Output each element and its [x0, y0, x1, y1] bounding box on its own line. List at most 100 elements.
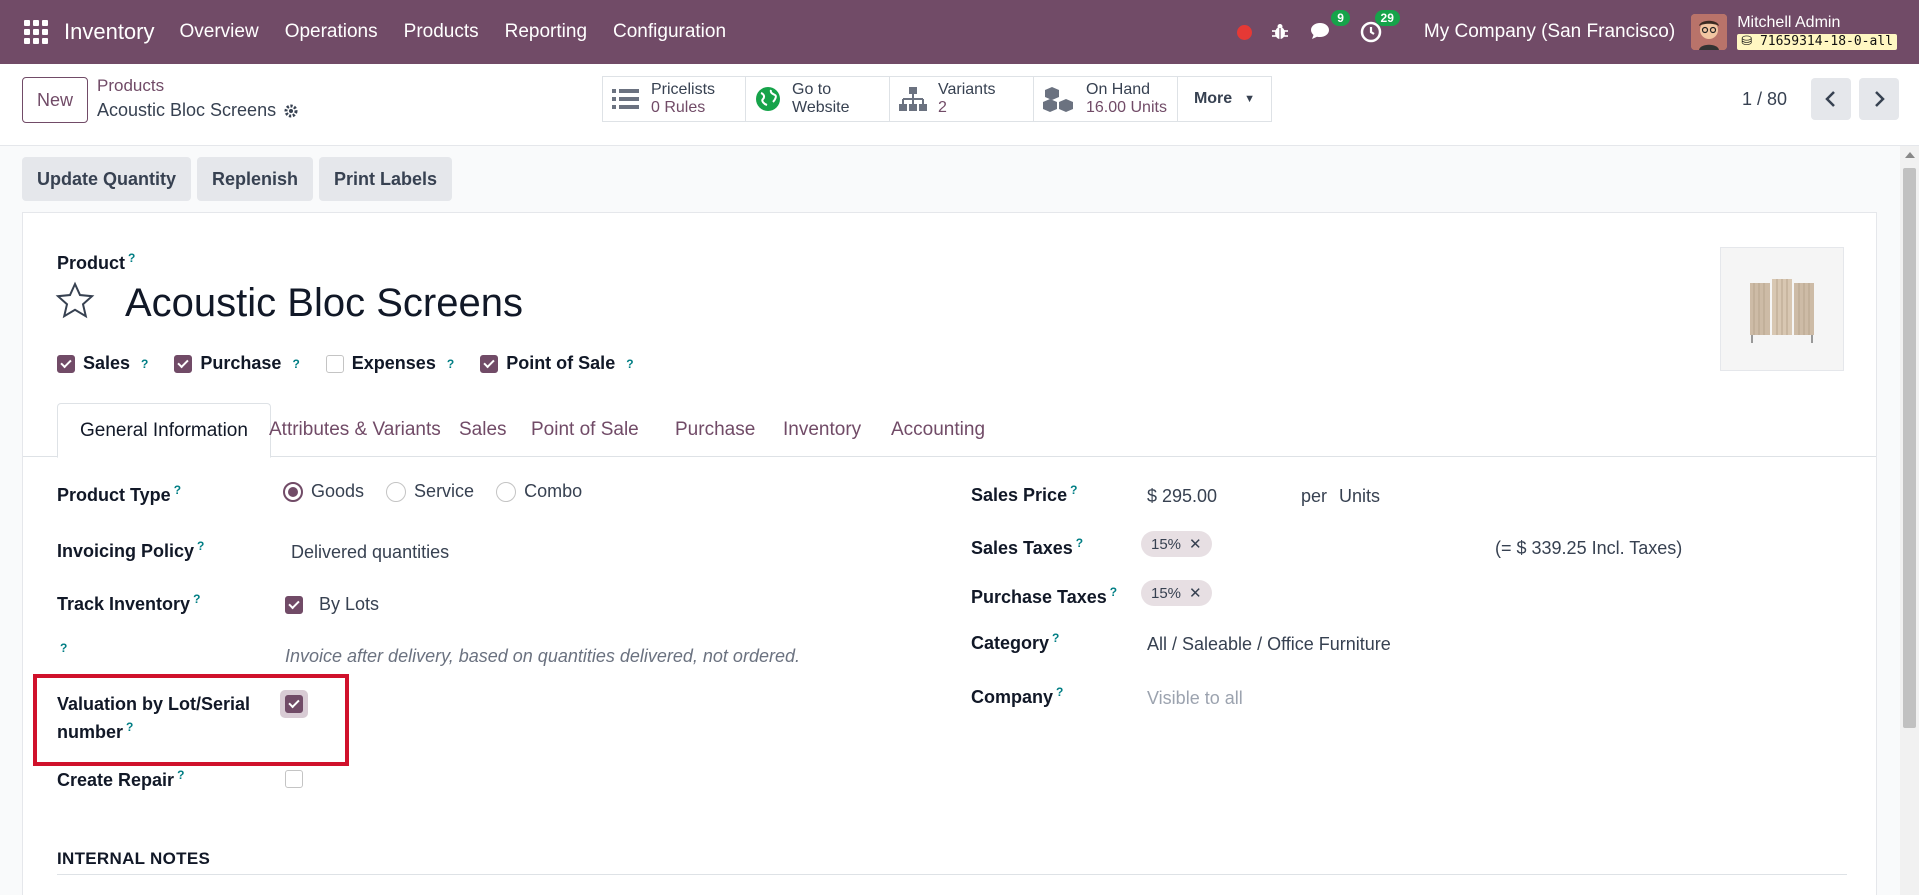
pager-previous-button[interactable] [1811, 78, 1851, 120]
product-type-service[interactable]: Service [386, 481, 474, 502]
radio-goods[interactable] [283, 481, 303, 502]
variants-label: Variants [938, 81, 996, 99]
create-repair-checkbox[interactable] [285, 770, 303, 788]
help-icon[interactable]: ? [1052, 631, 1059, 645]
radio-combo[interactable] [496, 481, 517, 502]
expenses-option[interactable]: Expenses? [325, 353, 454, 374]
company-field[interactable]: Visible to all [1147, 688, 1243, 709]
remove-tag-icon[interactable]: ✕ [1189, 584, 1202, 602]
messages-button[interactable]: 9 [1308, 10, 1350, 45]
messages-badge: 9 [1331, 10, 1350, 26]
help-icon[interactable]: ? [1070, 483, 1077, 497]
list-icon [612, 89, 639, 109]
help-icon[interactable]: ? [626, 357, 633, 371]
breadcrumb-current: Acoustic Bloc Screens [97, 100, 299, 121]
sales-price-field[interactable]: $ 295.00 [1147, 486, 1217, 507]
invoicing-policy-field[interactable]: Delivered quantities [291, 542, 449, 563]
help-icon[interactable]: ? [1076, 536, 1083, 550]
product-name-field[interactable]: Acoustic Bloc Screens [125, 281, 523, 326]
favorite-star-icon[interactable] [55, 281, 95, 321]
bug-icon[interactable] [1270, 22, 1290, 42]
purchase-checkbox[interactable] [174, 354, 193, 373]
tab-inventory[interactable]: Inventory [761, 403, 883, 457]
product-type-combo[interactable]: Combo [496, 481, 582, 502]
product-label: Product? [57, 251, 136, 273]
track-by-select[interactable]: By Lots [319, 594, 379, 615]
point-of-sale-checkbox[interactable] [480, 354, 499, 373]
company-switcher[interactable]: My Company (San Francisco) [1424, 21, 1675, 43]
breadcrumb: Products Acoustic Bloc Screens [97, 76, 299, 121]
help-icon[interactable]: ? [128, 251, 135, 265]
menu-configuration[interactable]: Configuration [600, 21, 739, 43]
user-avatar[interactable] [1691, 14, 1728, 50]
go-to-label: Go to [792, 81, 832, 99]
pricelists-smart-button[interactable]: Pricelists 0 Rules [602, 76, 746, 122]
gear-icon[interactable] [283, 103, 299, 119]
product-type-goods[interactable]: Goods [283, 481, 364, 502]
category-field[interactable]: All / Saleable / Office Furniture [1147, 634, 1391, 655]
breadcrumb-current-label: Acoustic Bloc Screens [97, 100, 277, 120]
update-quantity-button[interactable]: Update Quantity [22, 157, 192, 201]
chat-icon [1310, 23, 1329, 39]
tab-accounting[interactable]: Accounting [869, 403, 1007, 457]
track-inventory-checkbox[interactable] [285, 595, 303, 614]
help-icon[interactable]: ? [1056, 685, 1063, 699]
scrollbar[interactable] [1900, 146, 1919, 895]
header-actions: Update Quantity Replenish Print Labels [22, 157, 453, 201]
recording-dot-icon[interactable] [1236, 24, 1252, 40]
sales-taxes-field[interactable]: 15% ✕ [1141, 531, 1212, 557]
expenses-checkbox[interactable] [325, 354, 344, 373]
variants-smart-button[interactable]: Variants 2 [890, 76, 1034, 122]
purchase-option[interactable]: Purchase? [174, 353, 300, 374]
menu-overview[interactable]: Overview [167, 21, 272, 43]
help-icon[interactable]: ? [141, 357, 148, 371]
scroll-up-icon[interactable] [1905, 152, 1915, 158]
sales-checkbox[interactable] [57, 354, 75, 373]
pager-next-button[interactable] [1859, 78, 1899, 120]
scroll-thumb[interactable] [1903, 168, 1916, 728]
help-icon[interactable]: ? [60, 641, 67, 655]
user-menu[interactable]: Mitchell Admin ⛁ 71659314-18-0-all [1737, 14, 1897, 50]
tab-point-of-sale[interactable]: Point of Sale [509, 403, 661, 457]
chevron-left-icon [1825, 91, 1835, 107]
apps-grid-icon[interactable] [22, 18, 50, 46]
purchase-taxes-field[interactable]: 15% ✕ [1141, 580, 1212, 606]
navbar-right: 9 29 My Company (San Francisco) Mitchell… [1236, 0, 1919, 64]
help-icon[interactable]: ? [197, 539, 204, 553]
menu-products[interactable]: Products [391, 21, 492, 43]
new-button[interactable]: New [22, 77, 89, 123]
menu-reporting[interactable]: Reporting [492, 21, 600, 43]
tab-purchase[interactable]: Purchase [653, 403, 777, 457]
help-icon[interactable]: ? [174, 483, 181, 497]
purchase-taxes-label: Purchase Taxes? [971, 585, 1118, 607]
uom-field[interactable]: Units [1339, 486, 1380, 507]
tab-general-information[interactable]: General Information [57, 403, 271, 458]
help-icon[interactable]: ? [1110, 585, 1117, 599]
variants-value: 2 [938, 99, 947, 116]
replenish-button[interactable]: Replenish [197, 157, 314, 201]
go-to-website-smart-button[interactable]: Go to Website [746, 76, 890, 122]
more-button[interactable]: More ▼ [1178, 76, 1272, 122]
on-hand-smart-button[interactable]: On Hand 16.00 Units [1034, 76, 1178, 122]
help-icon[interactable]: ? [193, 592, 200, 606]
point-of-sale-option[interactable]: Point of Sale? [480, 353, 634, 374]
sales-option[interactable]: Sales? [57, 353, 148, 374]
help-icon[interactable]: ? [292, 357, 299, 371]
radio-service[interactable] [386, 481, 407, 502]
tab-attributes-variants[interactable]: Attributes & Variants [247, 403, 463, 457]
print-labels-button[interactable]: Print Labels [319, 157, 453, 201]
product-image[interactable] [1720, 247, 1844, 371]
breadcrumb-products-link[interactable]: Products [97, 76, 299, 96]
app-name[interactable]: Inventory [64, 19, 155, 45]
sitemap-icon [899, 87, 927, 111]
pager-value[interactable]: 1 / 80 [1742, 89, 1787, 110]
globe-icon [756, 87, 780, 111]
notebook-tabs: General Information Attributes & Variant… [23, 403, 1876, 458]
menu-operations[interactable]: Operations [272, 21, 391, 43]
product-options: Sales? Purchase? Expenses? Point of Sale… [57, 353, 650, 374]
section-divider [57, 874, 1847, 875]
activities-button[interactable]: 29 [1358, 10, 1400, 45]
remove-tag-icon[interactable]: ✕ [1189, 535, 1202, 553]
help-icon[interactable]: ? [177, 768, 184, 782]
help-icon[interactable]: ? [447, 357, 454, 371]
